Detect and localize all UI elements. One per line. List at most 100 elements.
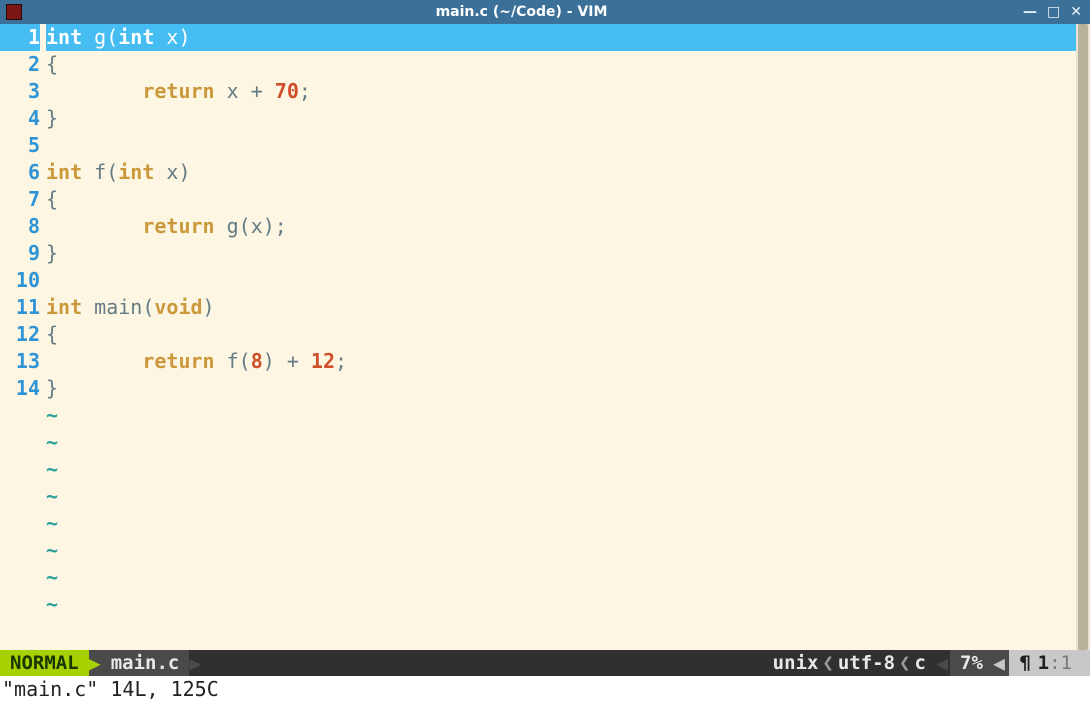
line-number: 1: [0, 24, 40, 51]
position-segment: ¶ 1 :1: [1009, 650, 1090, 676]
empty-line-gutter: [0, 402, 40, 429]
code-line[interactable]: [46, 132, 1076, 159]
token-plain: ;: [335, 349, 347, 373]
token-plain: x): [154, 25, 190, 49]
tilde-icon: ~: [46, 565, 58, 589]
fileformat-segment: unix ❮ utf-8 ❮ c: [763, 650, 936, 676]
token-plain: ) +: [263, 349, 311, 373]
line-number: 6: [0, 159, 40, 186]
mode-indicator: NORMAL: [0, 650, 89, 676]
empty-line-tilde: ~: [46, 510, 1076, 537]
tilde-icon: ~: [46, 430, 58, 454]
line-number: 9: [0, 240, 40, 267]
maximize-button[interactable]: □: [1047, 0, 1060, 24]
token-kw: int: [46, 25, 82, 49]
tilde-icon: ~: [46, 538, 58, 562]
code-line[interactable]: int main(void): [46, 294, 1076, 321]
token-kw: int: [118, 160, 154, 184]
separator-icon: ▶: [189, 650, 201, 676]
separator-icon: ◀: [936, 650, 950, 676]
line-number: 5: [0, 132, 40, 159]
command-line[interactable]: "main.c" 14L, 125C: [0, 676, 1090, 702]
tilde-icon: ~: [46, 484, 58, 508]
code-line[interactable]: {: [46, 321, 1076, 348]
empty-line-gutter: [0, 429, 40, 456]
token-plain: (: [106, 25, 118, 49]
empty-line-gutter: [0, 537, 40, 564]
token-kw: int: [46, 160, 82, 184]
line-number-value: 1: [1038, 650, 1049, 676]
line-number-icon: ¶: [1019, 650, 1038, 676]
token-plain: f(: [215, 349, 251, 373]
code-line[interactable]: {: [46, 186, 1076, 213]
tilde-icon: ~: [46, 511, 58, 535]
encoding-label: utf-8: [838, 650, 895, 676]
line-number: 8: [0, 213, 40, 240]
code-line[interactable]: }: [46, 240, 1076, 267]
line-number: 2: [0, 51, 40, 78]
token-num: 12: [311, 349, 335, 373]
code-line[interactable]: return f(8) + 12;: [46, 348, 1076, 375]
window-buttons: — □ ✕: [1015, 0, 1090, 24]
app-icon: [6, 4, 22, 20]
filename-label: main.c: [111, 650, 180, 676]
token-plain: [46, 79, 142, 103]
empty-line-tilde: ~: [46, 456, 1076, 483]
vertical-scrollbar[interactable]: [1076, 24, 1090, 650]
scrollbar-thumb[interactable]: [1078, 24, 1088, 650]
code-line[interactable]: int g(int x): [46, 24, 1076, 51]
token-num: 8: [251, 349, 263, 373]
token-plain: g(x);: [215, 214, 287, 238]
tilde-icon: ~: [46, 403, 58, 427]
token-plain: f(: [82, 160, 118, 184]
line-number: 11: [0, 294, 40, 321]
token-kw: return: [142, 214, 214, 238]
line-number: 10: [0, 267, 40, 294]
percent-label: 7%: [960, 650, 983, 676]
token-kw: void: [154, 295, 202, 319]
empty-line-gutter: [0, 564, 40, 591]
fileformat-label: unix: [773, 650, 819, 676]
token-num: 70: [275, 79, 299, 103]
token-kw: return: [142, 79, 214, 103]
line-number: 12: [0, 321, 40, 348]
token-plain: ;: [299, 79, 311, 103]
token-kw: int: [46, 295, 82, 319]
empty-line-gutter: [0, 591, 40, 618]
separator-icon: ▶: [89, 650, 101, 676]
empty-line-tilde: ~: [46, 429, 1076, 456]
code-line[interactable]: return g(x);: [46, 213, 1076, 240]
token-plain: {: [46, 322, 58, 346]
empty-line-tilde: ~: [46, 564, 1076, 591]
token-plain: }: [46, 106, 58, 130]
token-plain: g: [82, 25, 106, 49]
empty-line-tilde: ~: [46, 591, 1076, 618]
token-plain: }: [46, 241, 58, 265]
empty-line-gutter: [0, 483, 40, 510]
close-button[interactable]: ✕: [1070, 0, 1082, 24]
empty-line-tilde: ~: [46, 483, 1076, 510]
editor-viewport[interactable]: 1234567891011121314 int g(int x){ return…: [0, 24, 1090, 650]
token-plain: }: [46, 376, 58, 400]
line-number: 13: [0, 348, 40, 375]
code-area[interactable]: int g(int x){ return x + 70;}int f(int x…: [46, 24, 1076, 650]
separator-icon: ◀: [993, 650, 1009, 676]
code-line[interactable]: int f(int x): [46, 159, 1076, 186]
window-titlebar: main.c (~/Code) - VIM — □ ✕: [0, 0, 1090, 24]
minimize-button[interactable]: —: [1023, 0, 1037, 24]
code-line[interactable]: {: [46, 51, 1076, 78]
code-line[interactable]: }: [46, 375, 1076, 402]
line-number: 4: [0, 105, 40, 132]
code-line[interactable]: }: [46, 105, 1076, 132]
code-line[interactable]: [46, 267, 1076, 294]
code-line[interactable]: return x + 70;: [46, 78, 1076, 105]
token-plain: x +: [215, 79, 275, 103]
token-plain: {: [46, 52, 58, 76]
token-plain: ): [203, 295, 215, 319]
filetype-label: c: [915, 650, 926, 676]
token-kw: int: [118, 25, 154, 49]
token-plain: [46, 349, 142, 373]
line-number: 14: [0, 375, 40, 402]
chevron-left-icon: ❮: [895, 650, 914, 676]
line-number: 7: [0, 186, 40, 213]
